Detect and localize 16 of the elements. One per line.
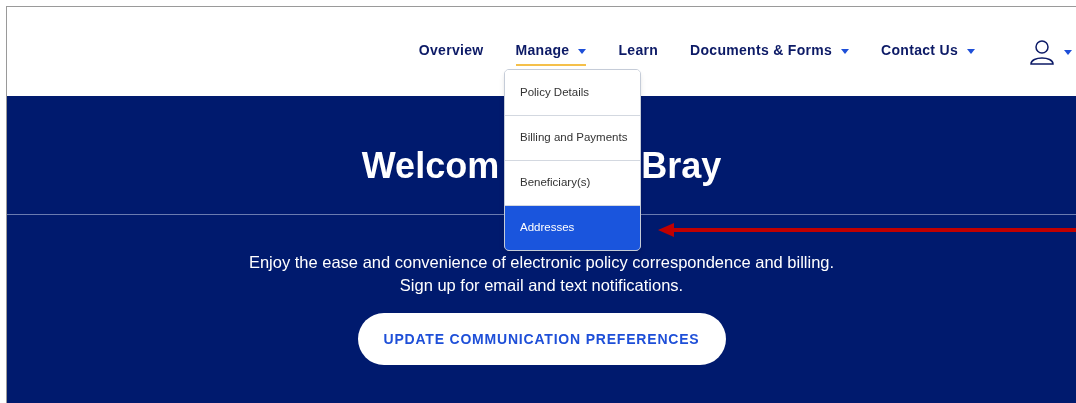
- nav-link[interactable]: Overview: [418, 37, 484, 66]
- heading-text: Bray: [641, 144, 722, 188]
- description-text: Sign up for email and text notifications.: [399, 275, 684, 296]
- nav-link[interactable]: Learn: [618, 37, 659, 66]
- description-text: Enjoy the ease and convenience of electronic policy correspondence and billing.: [248, 252, 835, 273]
- menu-item[interactable]: Billing and Payments: [505, 115, 640, 160]
- menu-item[interactable]: Policy Details: [505, 70, 640, 115]
- nav-link[interactable]: Documents & Forms: [690, 37, 850, 66]
- nav-link[interactable]: Manage: [515, 37, 587, 66]
- menu-item[interactable]: Beneficiary(s): [505, 160, 640, 205]
- nav-link[interactable]: Contact Us: [881, 37, 975, 66]
- heading-text: Welcom: [361, 144, 500, 188]
- caret-icon: [1064, 50, 1072, 55]
- menu-item[interactable]: Addresses: [505, 205, 640, 250]
- user-icon[interactable]: [1029, 38, 1055, 65]
- update-preferences-button[interactable]: UPDATE COMMUNICATION PREFERENCES: [357, 313, 726, 365]
